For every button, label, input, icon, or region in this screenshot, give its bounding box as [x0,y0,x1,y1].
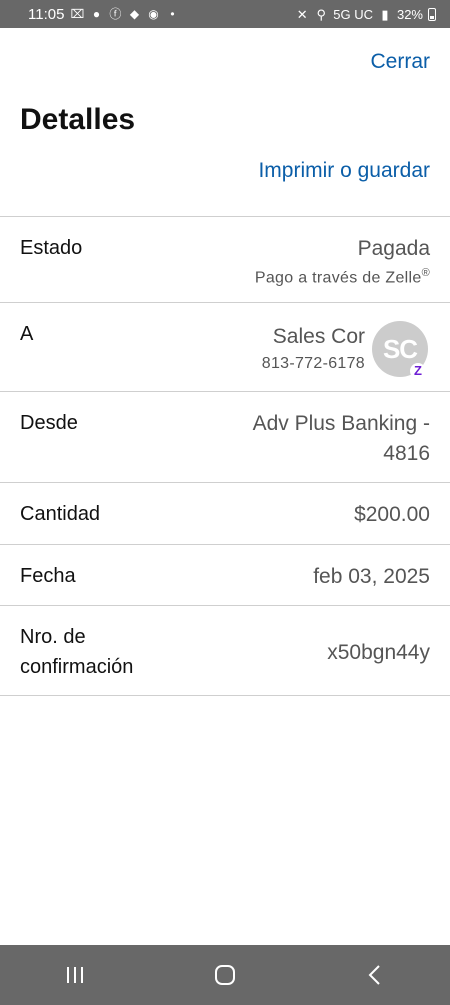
page-title: Detalles [20,103,136,136]
voicemail-icon: ⌧ [70,7,85,21]
facebook-icon: ⓕ [109,7,122,21]
home-button[interactable] [195,955,255,995]
status-bar: 11:05 ⌧ ● ⓕ ◆ ◉ • ✕ ⚲ 5G UC ▮ 32% [0,0,450,28]
row-cantidad: Cantidad $200.00 [0,482,450,544]
recipient-phone: 813-772-6178 [261,355,365,372]
fecha-value: feb 03, 2025 [313,565,430,588]
location-icon: ⚲ [316,6,326,22]
confirmacion-value: x50bgn44y [327,641,430,664]
signal-icon: ▮ [381,6,389,22]
close-button[interactable]: Cerrar [370,50,430,74]
cantidad-label: Cantidad [20,503,101,525]
person-icon: ● [92,7,101,21]
battery-percent: 32% [396,6,423,22]
back-icon [368,965,380,985]
estado-sub: Pago a través de Zelle® [254,267,430,287]
messenger-icon: ◉ [148,7,159,21]
recent-apps-icon [67,967,83,983]
back-button[interactable] [345,955,405,995]
zelle-icon: Z [410,363,426,379]
desde-value-line1: Adv Plus Banking - [252,412,430,435]
row-confirmacion: Nro. de confirmación x50bgn44y [0,605,450,696]
battery-icon [428,7,436,21]
network-type: 5G UC [333,6,373,22]
mute-icon: ✕ [296,6,308,22]
row-estado: Estado Pagada Pago a través de Zelle® [0,216,450,302]
row-recipient[interactable]: A Sales Cor 813-772-6178 SC Z [0,302,450,391]
more-notifications-icon: • [170,7,175,21]
row-fecha: Fecha feb 03, 2025 [0,544,450,605]
confirmacion-label-line2: confirmación [20,656,134,678]
row-desde: Desde Adv Plus Banking - 4816 [0,391,450,482]
status-time: 11:05 [28,5,65,23]
print-or-save-link[interactable]: Imprimir o guardar [258,159,430,183]
navigation-bar [0,945,450,1005]
estado-value: Pagada [357,237,430,260]
recipient-label: A [20,323,34,345]
recipient-name: Sales Cor [272,325,365,348]
confirmacion-label-line1: Nro. de [20,626,86,648]
cantidad-value: $200.00 [354,503,430,526]
details-list: Estado Pagada Pago a través de Zelle® A … [0,216,450,696]
desde-label: Desde [20,412,78,434]
estado-label: Estado [20,237,83,259]
fecha-label: Fecha [20,565,76,587]
recent-apps-button[interactable] [45,955,105,995]
chat-icon: ◆ [129,7,140,21]
desde-value-line2: 4816 [383,442,430,465]
avatar-initials: SC [382,333,418,364]
registered-mark: ® [421,267,430,279]
home-icon [215,965,235,985]
